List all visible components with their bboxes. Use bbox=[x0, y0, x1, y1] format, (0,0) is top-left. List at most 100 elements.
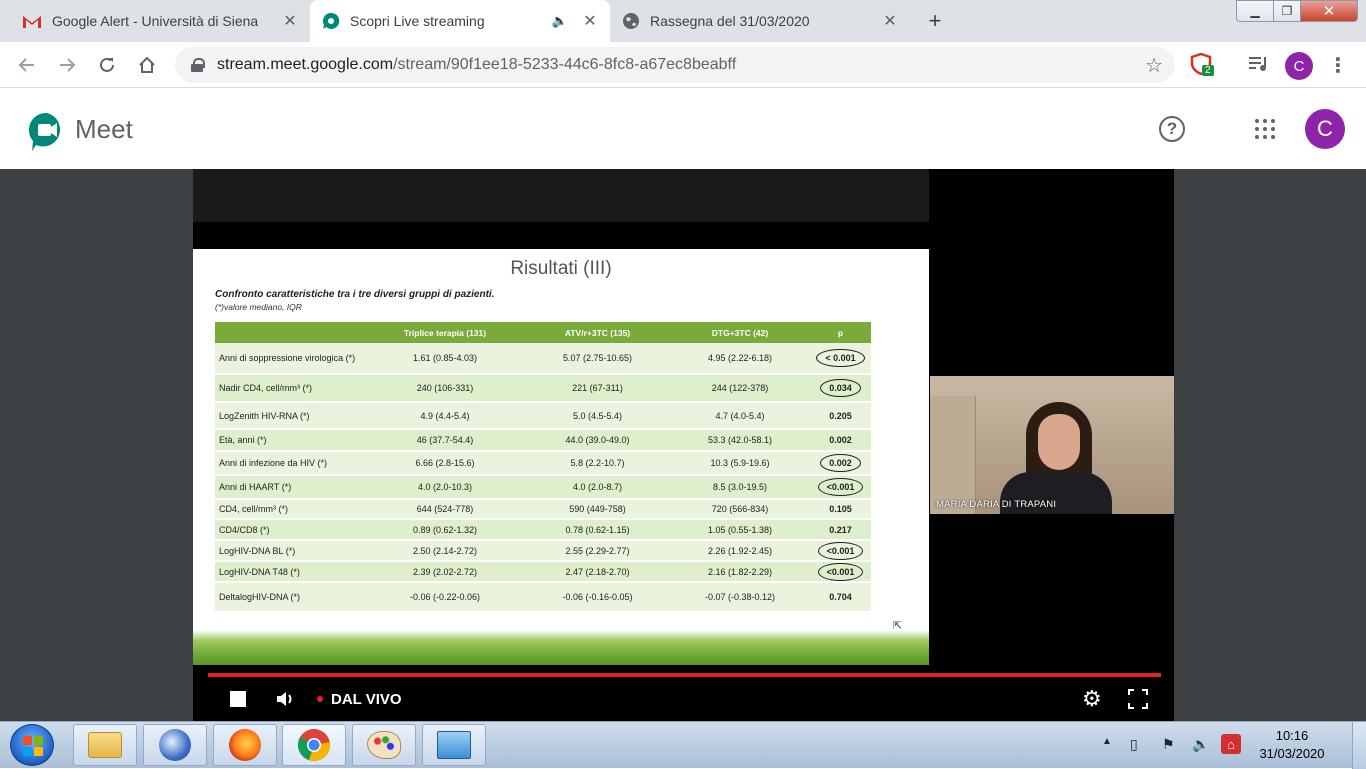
tray-flag-icon[interactable]: ⚑ bbox=[1162, 736, 1175, 753]
bookmark-star-icon[interactable]: ☆ bbox=[1145, 53, 1163, 78]
help-icon[interactable]: ? bbox=[1159, 116, 1185, 142]
windows-flag-icon bbox=[23, 736, 43, 756]
maximize-button[interactable]: ❐ bbox=[1273, 0, 1301, 22]
extension-shield-icon[interactable]: 2 bbox=[1190, 52, 1218, 79]
row-label: Età, anni (*) bbox=[215, 429, 365, 452]
p-value-circled: <0.001 bbox=[817, 562, 864, 581]
stream-stage: Risultati (III) Confronto caratteristich… bbox=[0, 169, 1366, 721]
tab-title: Scopri Live streaming bbox=[350, 13, 485, 29]
taskbar-firefox[interactable] bbox=[213, 724, 277, 766]
p-value-cell: 0.002 bbox=[810, 429, 871, 452]
p-value-cell: <0.001 bbox=[810, 540, 871, 562]
fullscreen-button[interactable] bbox=[1128, 687, 1148, 711]
table-cell: 2.55 (2.29-2.77) bbox=[525, 540, 670, 562]
system-clock[interactable]: 10:16 31/03/2020 bbox=[1252, 727, 1332, 763]
close-tab-icon[interactable]: ✕ bbox=[882, 13, 898, 30]
row-label: Anni di infezione da HIV (*) bbox=[215, 451, 365, 476]
close-tab-icon[interactable]: ✕ bbox=[582, 13, 598, 30]
live-progress-bar[interactable] bbox=[208, 673, 1161, 677]
table-row: LogHIV-DNA T48 (*) 2.39 (2.02-2.72) 2.47 (… bbox=[215, 561, 871, 583]
table-cell: 2.16 (1.82-2.29) bbox=[670, 561, 810, 583]
settings-button[interactable]: ⚙ bbox=[1082, 686, 1102, 711]
live-indicator: DAL VIVO bbox=[317, 687, 402, 711]
tab-live-streaming[interactable]: Scopri Live streaming 🔈 ✕ bbox=[310, 0, 610, 42]
p-value: 0.002 bbox=[829, 435, 852, 445]
table-header-row: Triplice terapia (131) ATV/r+3TC (135) D… bbox=[215, 322, 871, 343]
row-label: LogZenith HIV-RNA (*) bbox=[215, 402, 365, 430]
media-controls-icon[interactable] bbox=[1248, 55, 1270, 78]
speaker-camera[interactable]: MARIA DARIA DI TRAPANI bbox=[930, 376, 1174, 514]
address-bar[interactable]: stream.meet.google.com/stream/90f1ee18-5… bbox=[175, 47, 1175, 83]
volume-button[interactable] bbox=[275, 687, 295, 711]
account-avatar[interactable]: C bbox=[1305, 109, 1345, 149]
p-value-circled: 0.034 bbox=[820, 379, 861, 397]
home-button[interactable] bbox=[132, 50, 162, 80]
taskbar-chrome[interactable] bbox=[282, 724, 346, 766]
column-header: ATV/r+3TC (135) bbox=[525, 322, 670, 343]
tray-volume-icon[interactable]: 🔈 bbox=[1192, 736, 1209, 753]
table-row: Anni di HAART (*) 4.0 (2.0-10.3) 4.0 (2.0-… bbox=[215, 475, 871, 500]
menu-dots-icon[interactable]: ⋮ bbox=[1323, 50, 1353, 80]
table-cell: 2.39 (2.02-2.72) bbox=[365, 561, 525, 583]
row-label: LogHIV-DNA BL (*) bbox=[215, 540, 365, 562]
apps-grid-icon[interactable] bbox=[1255, 119, 1275, 139]
column-header: Triplice terapia (131) bbox=[365, 322, 525, 343]
table-cell: 4.95 (2.22-6.18) bbox=[670, 343, 810, 375]
row-label: Nadir CD4, cell/mm³ (*) bbox=[215, 374, 365, 403]
profile-avatar[interactable]: C bbox=[1285, 52, 1313, 80]
back-button[interactable] bbox=[12, 50, 42, 80]
meet-logo-icon[interactable] bbox=[28, 111, 66, 153]
table-row: Nadir CD4, cell/mm³ (*) 240 (106-331) 221 … bbox=[215, 374, 871, 403]
speaker-icon[interactable]: 🔈 bbox=[552, 13, 568, 29]
tab-strip: Google Alert - Università di Siena ✕ Sco… bbox=[0, 0, 1366, 42]
table-cell: 1.05 (0.55-1.38) bbox=[670, 519, 810, 541]
tab-rassegna[interactable]: Rassegna del 31/03/2020 ✕ bbox=[610, 0, 910, 42]
slide-top-band bbox=[193, 169, 929, 222]
table-cell: 2.47 (2.18-2.70) bbox=[525, 561, 670, 583]
start-button[interactable] bbox=[10, 724, 54, 766]
clock-date: 31/03/2020 bbox=[1259, 746, 1325, 761]
forward-arrow-icon bbox=[60, 58, 76, 72]
reload-button[interactable] bbox=[92, 50, 122, 80]
url-path: /stream/90f1ee18-5233-44c6-8fc8-a67ec8be… bbox=[393, 56, 737, 73]
app-name[interactable]: Meet bbox=[75, 114, 133, 145]
lock-icon[interactable] bbox=[191, 58, 205, 72]
video-player[interactable]: Risultati (III) Confronto caratteristich… bbox=[193, 169, 1174, 721]
p-value-circled: <0.001 bbox=[817, 541, 864, 560]
tab-title: Rassegna del 31/03/2020 bbox=[650, 13, 810, 29]
p-value-cell: 0.105 bbox=[810, 499, 871, 520]
table-row: DeltalogHIV-DNA (*) -0.06 (-0.22-0.06) -0.… bbox=[215, 582, 871, 613]
taskbar-control-panel[interactable] bbox=[422, 724, 486, 766]
taskbar-thunderbird[interactable] bbox=[143, 724, 207, 766]
stop-button[interactable] bbox=[230, 687, 246, 711]
p-value: 0.217 bbox=[829, 524, 852, 535]
table-cell: 0.89 (0.62-1.32) bbox=[365, 519, 525, 541]
row-label: CD4, cell/mm³ (*) bbox=[215, 499, 365, 520]
table-cell: 4.7 (4.0-5.4) bbox=[670, 402, 810, 430]
tab-gmail-alert[interactable]: Google Alert - Università di Siena ✕ bbox=[10, 0, 310, 42]
results-table: Triplice terapia (131) ATV/r+3TC (135) D… bbox=[215, 322, 871, 613]
close-window-button[interactable]: ✕ bbox=[1300, 0, 1358, 22]
taskbar-paint[interactable] bbox=[352, 724, 416, 766]
row-label: CD4/CD8 (*) bbox=[215, 519, 365, 541]
tray-expand-icon[interactable]: ▲ bbox=[1102, 736, 1112, 747]
minimize-button[interactable]: ▁ bbox=[1236, 0, 1274, 22]
table-cell: 720 (566-834) bbox=[670, 499, 810, 520]
new-tab-button[interactable]: + bbox=[921, 7, 949, 35]
table-cell: 240 (106-331) bbox=[365, 374, 525, 403]
p-value-cell: 0.704 bbox=[810, 582, 871, 613]
reload-icon bbox=[100, 57, 114, 72]
tray-antivirus-icon[interactable]: ⌂ bbox=[1221, 734, 1241, 754]
show-desktop-button[interactable] bbox=[1352, 722, 1366, 769]
paint-palette-icon bbox=[367, 731, 401, 759]
forward-button[interactable] bbox=[52, 50, 82, 80]
meet-header: Meet ? C bbox=[0, 89, 1366, 169]
url-text[interactable]: stream.meet.google.com/stream/90f1ee18-5… bbox=[217, 56, 736, 74]
p-value-cell: 0.034 bbox=[810, 374, 871, 403]
taskbar-explorer[interactable] bbox=[73, 724, 137, 766]
tray-device-icon[interactable]: ▯ bbox=[1130, 736, 1138, 753]
speaker-face bbox=[1038, 414, 1080, 470]
back-arrow-icon bbox=[18, 58, 34, 72]
close-tab-icon[interactable]: ✕ bbox=[282, 13, 298, 30]
thunderbird-icon bbox=[159, 729, 191, 761]
